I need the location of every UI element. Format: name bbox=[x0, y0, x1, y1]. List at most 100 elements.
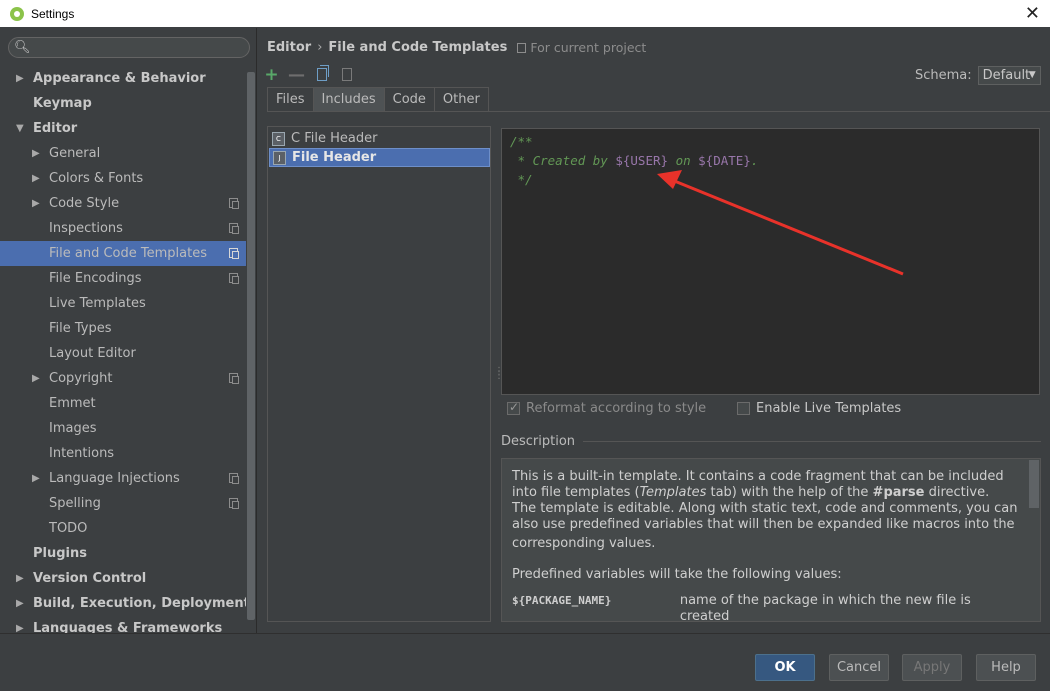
user-variable: ${USER} bbox=[615, 153, 669, 168]
page-title: File and Code Templates bbox=[328, 40, 508, 55]
help-button[interactable]: Help bbox=[976, 654, 1036, 681]
project-scope-icon bbox=[229, 198, 239, 209]
variable-row: ${PACKAGE_NAME} name of the package in w… bbox=[512, 593, 1020, 622]
sidebar-item[interactable]: ▶ Language Injections bbox=[0, 466, 246, 491]
sidebar-item-label: Colors & Fonts bbox=[49, 171, 144, 186]
chevron-right-icon[interactable]: ▶ bbox=[32, 166, 40, 191]
ok-button[interactable]: OK bbox=[755, 654, 815, 681]
sidebar-item-label: Appearance & Behavior bbox=[33, 71, 206, 86]
reformat-option[interactable]: Reformat according to style bbox=[507, 400, 707, 416]
sidebar-item-label: Languages & Frameworks bbox=[33, 621, 223, 633]
template-list-item[interactable]: C C File Header bbox=[269, 129, 490, 148]
settings-content: Editor › File and Code Templates For cur… bbox=[258, 28, 1050, 633]
chevron-right-icon[interactable]: ▶ bbox=[16, 66, 24, 91]
search-input[interactable]: 🔍︎ bbox=[8, 37, 250, 58]
description-keyword: #parse bbox=[872, 485, 925, 500]
template-editor[interactable]: /** * Created by ${USER} on ${DATE}. */ bbox=[501, 128, 1040, 395]
chevron-right-icon[interactable]: ▶ bbox=[32, 191, 40, 216]
date-variable: ${DATE} bbox=[698, 153, 751, 168]
reset-template-button[interactable] bbox=[338, 66, 355, 83]
templates-toolbar: + — bbox=[263, 65, 355, 85]
sidebar-scrollbar[interactable] bbox=[246, 68, 256, 620]
sidebar-item[interactable]: ▶ Appearance & Behavior bbox=[0, 66, 246, 91]
variable-description: name of the package in which the new fil… bbox=[679, 593, 971, 622]
chevron-down-icon[interactable]: ▼ bbox=[16, 116, 24, 141]
chevron-right-icon[interactable]: ▶ bbox=[32, 141, 40, 166]
live-templates-label: Enable Live Templates bbox=[756, 401, 902, 416]
project-scope-icon bbox=[229, 373, 239, 384]
code-comment: * Created by bbox=[510, 153, 616, 168]
sidebar-item[interactable]: ▶ General bbox=[0, 141, 246, 166]
sidebar-item[interactable]: ▶ Build, Execution, Deployment bbox=[0, 591, 250, 616]
sidebar-item[interactable]: Spelling bbox=[0, 491, 246, 516]
reformat-label: Reformat according to style bbox=[526, 401, 707, 416]
add-template-button[interactable]: + bbox=[263, 65, 280, 85]
description-scrollbar[interactable] bbox=[1029, 460, 1039, 508]
sidebar-item-label: Layout Editor bbox=[49, 346, 136, 361]
remove-template-button[interactable]: — bbox=[288, 65, 305, 85]
sidebar-item[interactable]: ▶ Copyright bbox=[0, 366, 246, 391]
sidebar-item[interactable]: File Types bbox=[0, 316, 246, 341]
template-tabs: Files Includes Code Other bbox=[267, 87, 489, 112]
sidebar-item[interactable]: File and Code Templates bbox=[0, 241, 246, 266]
title-bar: Settings ✕ bbox=[0, 0, 1050, 27]
sidebar-item[interactable]: ▶ Code Style bbox=[0, 191, 246, 216]
splitter-handle[interactable]: ⋮ ⋮ bbox=[494, 367, 504, 381]
sidebar-item[interactable]: TODO bbox=[0, 516, 246, 541]
tab-includes[interactable]: Includes bbox=[312, 87, 385, 112]
sidebar-item[interactable]: Layout Editor bbox=[0, 341, 246, 366]
tab-files[interactable]: Files bbox=[267, 87, 314, 112]
live-templates-checkbox[interactable] bbox=[737, 402, 750, 415]
sidebar-item[interactable]: ▶ Languages & Frameworks bbox=[0, 616, 246, 633]
sidebar-item[interactable]: ▶ Colors & Fonts bbox=[0, 166, 246, 191]
tab-other[interactable]: Other bbox=[433, 87, 489, 112]
editor-line: /** bbox=[510, 134, 533, 149]
sidebar-item-label: Build, Execution, Deployment bbox=[33, 596, 250, 611]
chevron-right-icon[interactable]: ▶ bbox=[32, 466, 40, 491]
description-paragraph: The template is editable. Along with sta… bbox=[512, 501, 1018, 532]
close-icon[interactable]: ✕ bbox=[1025, 3, 1040, 24]
sidebar-item[interactable]: Keymap bbox=[0, 91, 246, 116]
sidebar-item-label: Intentions bbox=[49, 446, 115, 461]
cancel-button[interactable]: Cancel bbox=[829, 654, 889, 681]
description-paragraph: This is a built-in template. It contains… bbox=[512, 469, 1020, 501]
tab-code[interactable]: Code bbox=[383, 87, 435, 112]
template-label: C File Header bbox=[291, 131, 378, 146]
sidebar-item[interactable]: Live Templates bbox=[0, 291, 246, 316]
sidebar-item[interactable]: Inspections bbox=[0, 216, 246, 241]
project-scope-icon bbox=[229, 473, 239, 484]
file-icon: C bbox=[272, 131, 285, 146]
schema-label: Schema: bbox=[915, 68, 972, 83]
description-emphasis: Templates bbox=[639, 485, 707, 500]
sidebar-item[interactable]: ▶ Version Control bbox=[0, 566, 246, 591]
sidebar-item[interactable]: Emmet bbox=[0, 391, 246, 416]
sidebar-item[interactable]: File Encodings bbox=[0, 266, 246, 291]
project-scope-icon bbox=[229, 273, 239, 284]
apply-button[interactable]: Apply bbox=[902, 654, 962, 681]
description-paragraph: corresponding values. bbox=[512, 536, 656, 551]
breadcrumb: Editor › File and Code Templates For cur… bbox=[267, 40, 646, 55]
chevron-right-icon[interactable]: ▶ bbox=[16, 591, 24, 616]
project-scope-icon bbox=[229, 248, 239, 259]
reformat-checkbox[interactable] bbox=[507, 400, 520, 415]
chevron-down-icon: ▼ bbox=[1028, 70, 1036, 80]
sidebar-item-label: Copyright bbox=[49, 371, 113, 386]
copy-template-button[interactable] bbox=[313, 65, 330, 83]
chevron-right-icon[interactable]: ▶ bbox=[16, 616, 24, 633]
sidebar-item[interactable]: Plugins bbox=[0, 541, 246, 566]
scrollbar-thumb[interactable] bbox=[247, 72, 255, 620]
template-list-item[interactable]: J File Header bbox=[269, 148, 490, 167]
schema-dropdown[interactable]: Default ▼ bbox=[977, 66, 1041, 85]
chevron-right-icon[interactable]: ▶ bbox=[32, 366, 40, 391]
chevron-right-icon[interactable]: ▶ bbox=[16, 566, 24, 591]
live-templates-option[interactable]: Enable Live Templates bbox=[737, 401, 901, 416]
project-scope-icon bbox=[517, 42, 527, 53]
sidebar-item-label: Emmet bbox=[49, 396, 96, 411]
description-title: Description bbox=[501, 434, 576, 449]
reset-icon bbox=[341, 68, 352, 81]
sidebar-item[interactable]: ▼ Editor bbox=[0, 116, 246, 141]
sidebar-item[interactable]: Images bbox=[0, 416, 246, 441]
sidebar-item[interactable]: Intentions bbox=[0, 441, 246, 466]
editor-line: */ bbox=[510, 172, 533, 187]
description-text: tab) with the help of the bbox=[706, 485, 873, 500]
